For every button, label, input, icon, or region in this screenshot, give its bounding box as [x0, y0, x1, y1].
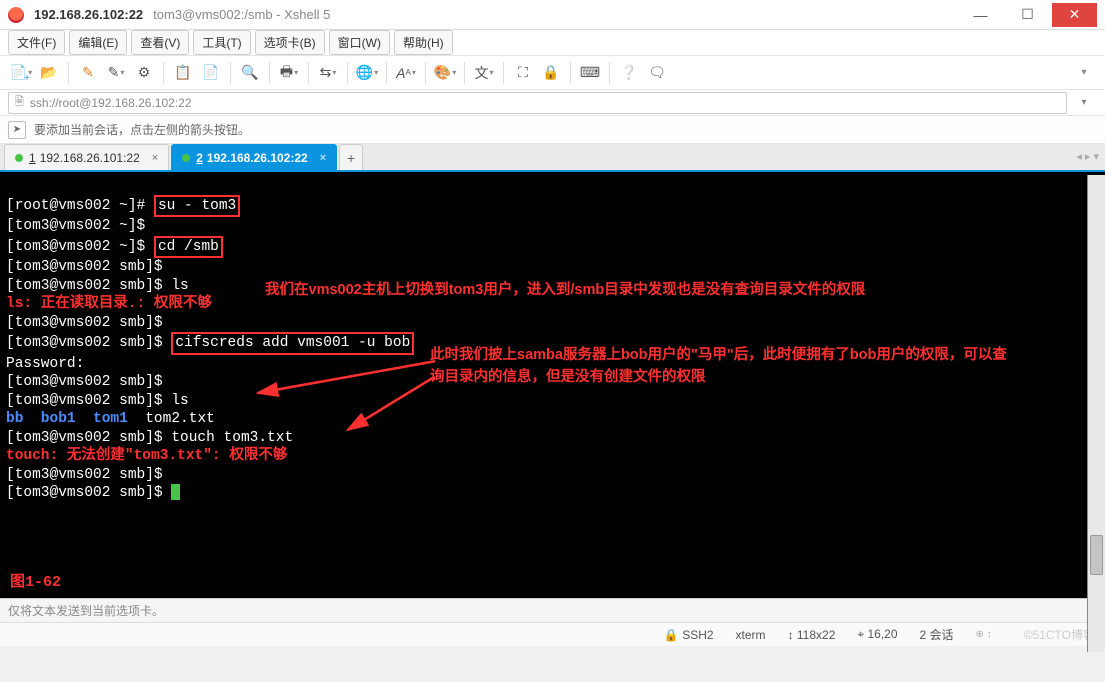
- term-line: [tom3@vms002 smb]$ cifscreds add vms001 …: [6, 335, 414, 351]
- tab-nav-arrows[interactable]: ◂ ▸ ▾: [1076, 150, 1099, 163]
- toolbar-overflow[interactable]: ▾: [1071, 60, 1097, 86]
- window-title-main: 192.168.26.102:22: [34, 7, 143, 22]
- app-icon: [8, 7, 24, 23]
- session-tabbar: 1 192.168.26.101:22 × 2 192.168.26.102:2…: [0, 144, 1105, 172]
- status-size: ↕ 118x22: [788, 628, 836, 642]
- menu-file[interactable]: 文件(F): [8, 30, 65, 55]
- terminal-area[interactable]: [root@vms002 ~]# su - tom3 [tom3@vms002 …: [0, 172, 1105, 598]
- add-session-arrow-button[interactable]: ➤: [8, 121, 26, 139]
- term-line: [tom3@vms002 smb]$: [6, 259, 163, 275]
- window-maximize-button[interactable]: ☐: [1005, 3, 1050, 27]
- open-button[interactable]: 📂: [36, 60, 62, 86]
- tab-1-close[interactable]: ×: [152, 152, 158, 164]
- status-bar: 🔒 SSH2 xterm ↕ 118x22 ⌖ 16,20 2 会话 ⊕ ↕ ©…: [0, 622, 1105, 646]
- status-dot-icon: [182, 154, 190, 162]
- find-button[interactable]: 🔍: [237, 60, 263, 86]
- compose-button[interactable]: 🗨: [644, 60, 670, 86]
- lock-icon: 🗎: [15, 93, 24, 112]
- status-ssh: 🔒 SSH2: [664, 628, 714, 642]
- paste-button[interactable]: 📄: [198, 60, 224, 86]
- globe-button[interactable]: 🌐▾: [354, 60, 380, 86]
- term-line: [tom3@vms002 smb]$: [6, 485, 180, 501]
- print-button[interactable]: 🖶▾: [276, 60, 302, 86]
- tab-2-label: 192.168.26.102:22: [207, 151, 308, 165]
- scrollbar-thumb[interactable]: [1090, 535, 1103, 575]
- term-line: [tom3@vms002 smb]$: [6, 374, 163, 390]
- color-button[interactable]: 🎨▾: [432, 60, 458, 86]
- window-title-sub: tom3@vms002:/smb - Xshell 5: [153, 7, 330, 22]
- term-line: [root@vms002 ~]# su - tom3: [6, 198, 240, 214]
- status-overflow[interactable]: ⊕ ↕: [976, 629, 992, 640]
- font-button[interactable]: AA▾: [393, 60, 419, 86]
- term-line: touch: 无法创建"tom3.txt": 权限不够: [6, 448, 287, 464]
- term-line: ls: 正在读取目录.: 权限不够: [6, 296, 212, 312]
- window-minimize-button[interactable]: —: [958, 3, 1003, 27]
- term-line: bb bob1 tom1 tom2.txt: [6, 411, 215, 427]
- tab-1-num: 1: [29, 151, 36, 165]
- address-bar: 🗎 ssh://root@192.168.26.102:22 ▾: [0, 90, 1105, 116]
- properties-button[interactable]: ⚙: [131, 60, 157, 86]
- term-line: [tom3@vms002 smb]$ ls: [6, 278, 189, 294]
- tab-2[interactable]: 2 192.168.26.102:22 ×: [171, 144, 337, 170]
- keyboard-button[interactable]: ⌨: [577, 60, 603, 86]
- menu-edit[interactable]: 编辑(E): [69, 30, 127, 55]
- address-dropdown[interactable]: ▾: [1071, 90, 1097, 116]
- term-line: [tom3@vms002 smb]$: [6, 315, 163, 331]
- menu-view[interactable]: 查看(V): [131, 30, 189, 55]
- tab-2-num: 2: [196, 151, 203, 165]
- window-close-button[interactable]: ✕: [1052, 3, 1097, 27]
- term-line: [tom3@vms002 smb]$: [6, 467, 163, 483]
- toolbar: 📄+▾ 📂 ✎ ✎▾ ⚙ 📋 📄 🔍 🖶▾ ⇆▾ 🌐▾ AA▾ 🎨▾ 文▾ ⛶ …: [0, 56, 1105, 90]
- terminal-scrollbar[interactable]: [1087, 175, 1105, 652]
- tab-2-close[interactable]: ×: [320, 152, 326, 164]
- annotation-1: 我们在vms002主机上切换到tom3用户，进入到/smb目录中发现也是没有查询…: [265, 279, 1065, 301]
- term-line: [tom3@vms002 ~]$ cd /smb: [6, 239, 223, 255]
- copy-button[interactable]: 📋: [170, 60, 196, 86]
- fullscreen-button[interactable]: ⛶: [510, 60, 536, 86]
- term-line: Password:: [6, 356, 84, 372]
- status-sessions: 2 会话: [920, 626, 954, 643]
- term-line: [tom3@vms002 smb]$ touch tom3.txt: [6, 430, 293, 446]
- menu-window[interactable]: 窗口(W): [329, 30, 390, 55]
- disconnect-button[interactable]: ✎▾: [103, 60, 129, 86]
- menubar: 文件(F) 编辑(E) 查看(V) 工具(T) 选项卡(B) 窗口(W) 帮助(…: [0, 30, 1105, 56]
- term-line: [tom3@vms002 smb]$ ls: [6, 393, 189, 409]
- new-session-button[interactable]: 📄+▾: [8, 60, 34, 86]
- figure-label: 图1-62: [10, 574, 61, 593]
- menu-tools[interactable]: 工具(T): [193, 30, 250, 55]
- tab-add-label: +: [347, 150, 355, 166]
- lock-button[interactable]: 🔒: [538, 60, 564, 86]
- status-pos: ⌖ 16,20: [857, 627, 897, 642]
- tab-1-label: 192.168.26.101:22: [40, 151, 140, 165]
- menu-help[interactable]: 帮助(H): [394, 30, 453, 55]
- status-dot-icon: [15, 154, 23, 162]
- transfer-button[interactable]: ⇆▾: [315, 60, 341, 86]
- send-text-bar[interactable]: 仅将文本发送到当前选项卡。 ▾: [0, 598, 1105, 622]
- address-text: ssh://root@192.168.26.102:22: [30, 96, 192, 110]
- window-titlebar: 192.168.26.102:22 tom3@vms002:/smb - Xsh…: [0, 0, 1105, 30]
- terminal-cursor: [171, 484, 180, 500]
- tab-add-button[interactable]: +: [339, 144, 363, 170]
- status-term: xterm: [736, 628, 766, 642]
- lang-button[interactable]: 文▾: [471, 60, 497, 86]
- menu-tabs[interactable]: 选项卡(B): [255, 30, 325, 55]
- tab-1[interactable]: 1 192.168.26.101:22 ×: [4, 144, 169, 170]
- info-text: 要添加当前会话，点击左侧的箭头按钮。: [34, 121, 250, 138]
- reconnect-button[interactable]: ✎: [75, 60, 101, 86]
- send-text-placeholder: 仅将文本发送到当前选项卡。: [8, 602, 164, 619]
- address-input[interactable]: 🗎 ssh://root@192.168.26.102:22: [8, 92, 1067, 114]
- term-line: [tom3@vms002 ~]$: [6, 218, 145, 234]
- info-bar: ➤ 要添加当前会话，点击左侧的箭头按钮。: [0, 116, 1105, 144]
- help-button[interactable]: ❔: [616, 60, 642, 86]
- annotation-2: 此时我们披上samba服务器上bob用户的"马甲"后，此时便拥有了bob用户的权…: [430, 344, 1020, 388]
- watermark: ©51CTO博客: [1024, 626, 1095, 643]
